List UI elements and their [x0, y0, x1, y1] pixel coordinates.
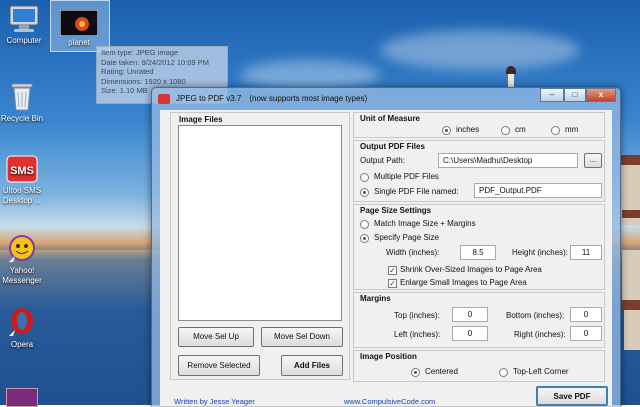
remove-selected-button[interactable]: Remove Selected — [178, 355, 260, 376]
bottom-margin-field[interactable]: 0 — [570, 307, 602, 322]
unit-mm-radio[interactable] — [551, 126, 560, 135]
output-heading: Output PDF Files — [360, 142, 425, 151]
image-files-group: Image Files Move Sel Up Move Sel Down Re… — [170, 112, 350, 380]
desktop-icon-planet[interactable]: planet — [51, 10, 107, 48]
margins-heading: Margins — [360, 294, 391, 303]
image-position-heading: Image Position — [360, 352, 417, 361]
image-files-list[interactable] — [178, 125, 342, 321]
tooltip-date-taken: Date taken: 9/24/2012 10:09 PM — [101, 57, 209, 67]
match-image-size-label: Match Image Size + Margins — [374, 219, 476, 228]
left-margin-label: Left (inches): — [394, 330, 441, 339]
save-pdf-button[interactable]: Save PDF — [536, 386, 608, 406]
single-pdf-label: Single PDF File named: — [374, 187, 459, 196]
single-pdf-radio[interactable] — [360, 188, 369, 197]
sms-icon: SMS — [6, 155, 38, 183]
move-sel-down-button[interactable]: Move Sel Down — [261, 327, 343, 347]
right-margin-field[interactable]: 0 — [570, 326, 602, 341]
unit-heading: Unit of Measure — [360, 114, 421, 123]
desktop-icon-label: Ultoo SMS Desktop ... — [2, 186, 42, 205]
tooltip-item-type: Item type: JPEG image — [101, 48, 179, 57]
computer-icon — [9, 5, 39, 32]
centered-label: Centered — [425, 367, 458, 376]
width-label: Width (inches): — [386, 248, 440, 257]
svg-text:SMS: SMS — [10, 165, 34, 177]
image-files-heading: Image Files — [179, 115, 223, 124]
maximize-button[interactable]: □ — [564, 88, 586, 102]
top-left-corner-label: Top-Left Corner — [513, 367, 569, 376]
shrink-images-label: Shrink Over-Sized Images to Page Area — [400, 265, 542, 274]
desktop-icon-label: Yahoo! Messenger — [2, 266, 42, 285]
desktop-icon-partial[interactable] — [6, 388, 38, 407]
desktop-icon-yahoo-messenger[interactable]: Yahoo! Messenger — [0, 234, 50, 286]
recycle-bin-icon — [11, 83, 33, 111]
output-pdf-group: Output PDF Files Output Path: C:\Users\M… — [353, 140, 605, 202]
centered-radio[interactable] — [411, 368, 420, 377]
height-label: Height (inches): — [512, 248, 569, 257]
specify-page-size-radio[interactable] — [360, 234, 369, 243]
close-button[interactable]: x — [586, 88, 616, 102]
unit-of-measure-group: Unit of Measure inches cm mm — [353, 112, 605, 138]
top-margin-field[interactable]: 0 — [452, 307, 488, 322]
yahoo-messenger-icon — [9, 235, 35, 262]
right-margin-label: Right (inches): — [514, 330, 566, 339]
browse-button[interactable]: ... — [584, 153, 602, 168]
desktop-icon-computer[interactable]: Computer — [0, 4, 52, 46]
tooltip-rating: Rating: Unrated — [101, 67, 154, 77]
desktop-icon-ultoo-sms[interactable]: SMS Ultoo SMS Desktop ... — [0, 154, 50, 206]
left-margin-field[interactable]: 0 — [452, 326, 488, 341]
unit-mm-label: mm — [565, 125, 579, 134]
margins-group: Margins Top (inches): 0 Bottom (inches):… — [353, 292, 605, 348]
title-bar[interactable]: JPEG to PDF v3.7 (now supports most image… — [152, 88, 620, 110]
window-subtitle: (now supports most image types) — [249, 94, 368, 103]
enlarge-images-label: Enlarge Small Images to Page Area — [400, 278, 527, 287]
desktop-icon-label: Computer — [6, 36, 42, 45]
bottom-margin-label: Bottom (inches): — [506, 311, 565, 320]
output-path-field[interactable]: C:\Users\Madhu\Desktop — [438, 153, 578, 168]
output-path-label: Output Path: — [360, 156, 405, 165]
multiple-pdf-label: Multiple PDF Files — [374, 172, 439, 181]
move-sel-up-button[interactable]: Move Sel Up — [178, 327, 254, 347]
desktop-icon-opera[interactable]: Opera — [0, 306, 50, 350]
image-file-icon — [60, 10, 98, 36]
unit-cm-radio[interactable] — [501, 126, 510, 135]
specify-page-size-label: Specify Page Size — [374, 233, 439, 242]
pdf-filename-field[interactable]: PDF_Output.PDF — [474, 183, 602, 198]
multiple-pdf-radio[interactable] — [360, 173, 369, 182]
match-image-size-radio[interactable] — [360, 220, 369, 229]
top-margin-label: Top (inches): — [394, 311, 440, 320]
page-size-group: Page Size Settings Match Image Size + Ma… — [353, 204, 605, 290]
shrink-images-checkbox[interactable]: ✓ — [388, 266, 397, 275]
desktop-icon-label: Recycle Bin — [0, 114, 44, 123]
minimize-button[interactable]: – — [540, 88, 564, 102]
add-files-button[interactable]: Add Files — [281, 355, 343, 376]
window-client-area: Image Files Move Sel Up Move Sel Down Re… — [160, 110, 612, 406]
height-field[interactable]: 11 — [570, 245, 602, 260]
unit-inches-label: inches — [456, 125, 480, 134]
unit-cm-label: cm — [515, 125, 526, 134]
tooltip-dimensions: Dimensions: 1920 x 1080 — [101, 76, 186, 86]
enlarge-images-checkbox[interactable]: ✓ — [388, 279, 397, 288]
app-icon — [158, 94, 170, 104]
width-field[interactable]: 8.5 — [460, 245, 496, 260]
desktop-icon-recycle-bin[interactable]: Recycle Bin — [0, 80, 50, 124]
unit-inches-radio[interactable] — [442, 126, 451, 135]
window-title-text: JPEG to PDF v3.7 — [176, 94, 242, 103]
image-position-group: Image Position Centered Top-Left Corner — [353, 350, 605, 382]
top-left-corner-radio[interactable] — [499, 368, 508, 377]
desktop-icon-label: Opera — [10, 340, 34, 349]
opera-icon — [9, 308, 33, 336]
app-window: JPEG to PDF v3.7 (now supports most image… — [151, 87, 621, 406]
page-size-heading: Page Size Settings — [360, 206, 432, 215]
window-title: JPEG to PDF v3.7 (now supports most image… — [176, 94, 367, 103]
